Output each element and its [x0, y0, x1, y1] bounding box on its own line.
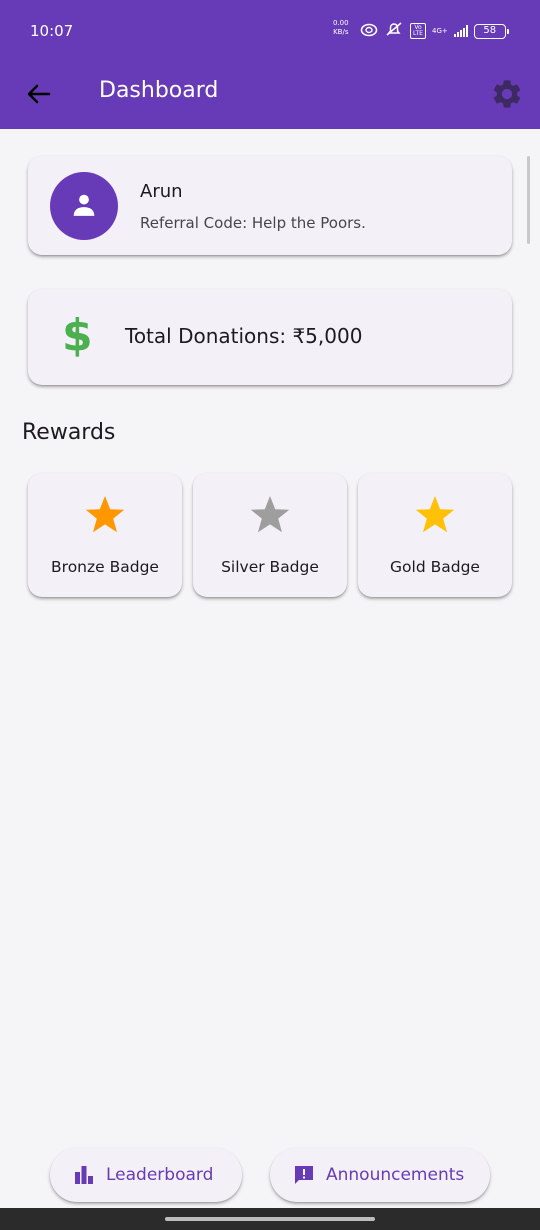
avatar — [50, 172, 118, 240]
bronze-badge-card[interactable]: Bronze Badge — [28, 473, 182, 597]
status-time: 10:07 — [30, 22, 74, 40]
badge-label: Gold Badge — [390, 558, 480, 576]
star-icon — [85, 496, 125, 533]
battery-icon: 58 — [473, 23, 509, 39]
announcements-label: Announcements — [326, 1165, 465, 1185]
badge-label: Silver Badge — [221, 558, 319, 576]
status-icons: Vo LTE 4G+ 58 — [360, 21, 509, 41]
signal-icon — [453, 25, 468, 37]
star-icon — [250, 496, 290, 533]
star-icon — [415, 496, 455, 533]
total-donations: Total Donations: ₹5,000 — [125, 324, 363, 348]
link-icon — [360, 22, 378, 41]
network-speed: 0.00 KB/s — [333, 19, 349, 37]
gear-icon[interactable] — [490, 77, 524, 111]
announcements-button[interactable]: Announcements — [270, 1148, 490, 1202]
user-name: Arun — [140, 181, 183, 202]
leaderboard-button[interactable]: Leaderboard — [50, 1148, 242, 1202]
person-icon — [73, 194, 95, 216]
scroll-indicator[interactable] — [527, 156, 530, 244]
arrow-back-icon[interactable] — [24, 79, 54, 109]
referral-code: Referral Code: Help the Poors. — [140, 214, 366, 232]
status-bar: 10:07 0.00 KB/s Vo LTE 4G+ 58 — [0, 0, 540, 60]
leaderboard-icon — [75, 1166, 93, 1184]
network-type: 4G+ — [431, 27, 448, 35]
gold-badge-card[interactable]: Gold Badge — [358, 473, 512, 597]
system-nav-bar — [0, 1208, 540, 1230]
announcement-icon — [295, 1166, 313, 1184]
home-gesture-handle[interactable] — [165, 1217, 375, 1221]
network-speed-value: 0.00 — [333, 19, 349, 27]
rewards-title: Rewards — [22, 420, 116, 445]
badge-label: Bronze Badge — [51, 558, 159, 576]
dollar-icon: $ — [62, 310, 93, 361]
volte-bottom: LTE — [413, 30, 423, 37]
muted-bell-icon — [384, 21, 404, 41]
volte-badge: Vo LTE — [410, 23, 426, 39]
profile-card: Arun Referral Code: Help the Poors. — [28, 156, 512, 255]
network-speed-unit: KB/s — [333, 28, 349, 36]
silver-badge-card[interactable]: Silver Badge — [193, 473, 347, 597]
page-title: Dashboard — [99, 78, 219, 103]
donations-card: $ Total Donations: ₹5,000 — [28, 289, 512, 385]
leaderboard-label: Leaderboard — [106, 1165, 214, 1185]
app-bar: Dashboard — [0, 60, 540, 129]
